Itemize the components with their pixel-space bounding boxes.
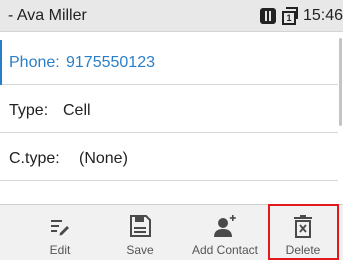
add-contact-button[interactable]: Add Contact <box>180 205 270 260</box>
copy-sim-icon: 1 <box>281 7 300 25</box>
phone-label: Phone: <box>9 54 60 71</box>
save-icon <box>128 214 152 238</box>
type-value[interactable]: Cell <box>63 88 91 133</box>
edit-button[interactable]: Edit <box>30 205 90 260</box>
add-contact-icon <box>213 214 237 238</box>
ctype-value[interactable]: (None) <box>79 136 128 181</box>
phone-screen: - Ava Miller 1 15:46 Phone: 9175550123 T… <box>0 0 343 260</box>
ctype-label: C.type: <box>9 150 60 167</box>
title-bar: - Ava Miller 1 15:46 <box>0 0 343 32</box>
contact-title: - Ava Miller <box>8 7 87 24</box>
edit-icon <box>48 214 72 238</box>
ctype-field-row[interactable]: C.type: (None) <box>0 136 338 181</box>
clock: 15:46 <box>302 7 343 24</box>
phone-field-row[interactable]: Phone: 9175550123 <box>0 40 338 85</box>
save-label: Save <box>126 243 154 257</box>
scrollbar[interactable] <box>339 38 342 126</box>
sim-index: 1 <box>281 11 296 25</box>
phone-value[interactable]: 9175550123 <box>66 40 155 85</box>
edit-label: Edit <box>49 243 71 257</box>
bottom-toolbar: Edit Save Add Contact Delete <box>0 204 343 260</box>
delete-label: Delete <box>285 243 321 257</box>
focus-indicator <box>0 40 2 85</box>
sim-card-icon <box>259 8 276 24</box>
type-label: Type: <box>9 102 49 119</box>
save-button[interactable]: Save <box>110 205 170 260</box>
add-contact-label: Add Contact <box>191 243 259 257</box>
trash-icon <box>291 214 315 238</box>
delete-button[interactable]: Delete <box>270 205 336 260</box>
status-area: 1 15:46 <box>259 5 343 27</box>
type-field-row[interactable]: Type: Cell <box>0 88 338 133</box>
